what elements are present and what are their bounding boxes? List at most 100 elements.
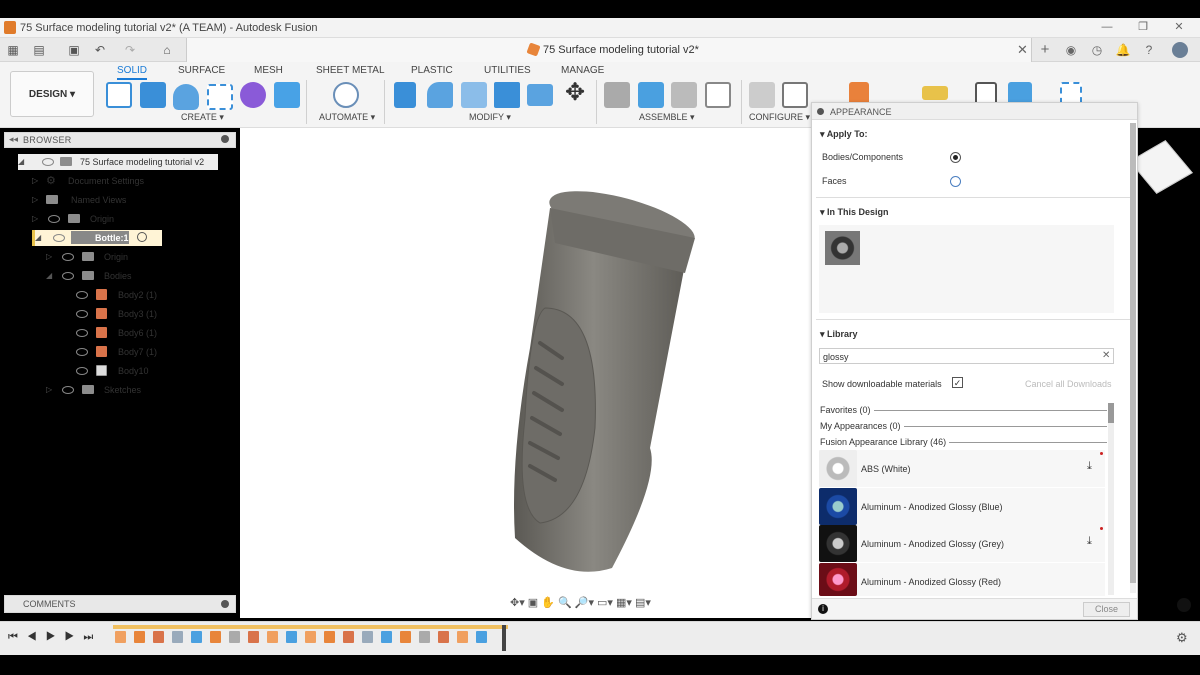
timeline-feature-icon[interactable] xyxy=(305,631,316,643)
close-window-icon[interactable]: ✕ xyxy=(1172,21,1186,34)
assemble-menu[interactable]: ASSEMBLE ▾ xyxy=(639,112,695,123)
new-component-icon[interactable] xyxy=(604,82,630,108)
timeline-feature-icon[interactable] xyxy=(400,631,411,643)
bodies-components-radio[interactable] xyxy=(950,152,961,163)
eye-icon[interactable] xyxy=(62,272,74,280)
avatar[interactable] xyxy=(1172,42,1188,58)
new-tab-icon[interactable]: + xyxy=(1037,42,1053,58)
create-menu[interactable]: CREATE ▾ xyxy=(181,112,224,123)
table-icon[interactable] xyxy=(782,82,808,108)
expand-icon[interactable]: ▷ xyxy=(32,176,40,185)
eye-icon[interactable] xyxy=(53,234,65,242)
eye-hidden-icon[interactable] xyxy=(76,329,88,337)
viewcube[interactable] xyxy=(1129,140,1193,194)
measure-icon[interactable] xyxy=(922,86,948,100)
notifications-icon[interactable]: 🔔 xyxy=(1115,42,1131,58)
library-search-input[interactable]: glossy ✕ xyxy=(819,348,1114,364)
timeline-feature-icon[interactable] xyxy=(324,631,335,643)
extensions-icon[interactable]: ◉ xyxy=(1063,42,1079,58)
timeline-feature-icon[interactable] xyxy=(115,631,126,643)
expand-icon[interactable]: ▷ xyxy=(46,252,54,261)
close-button[interactable]: Close xyxy=(1083,602,1130,617)
tree-root[interactable]: ◢ 75 Surface modeling tutorial v2 xyxy=(18,154,218,170)
press-pull-icon[interactable] xyxy=(394,82,416,108)
timeline-feature-icon[interactable] xyxy=(191,631,202,643)
configure-icon[interactable] xyxy=(749,82,775,108)
expand-icon[interactable]: ▷ xyxy=(46,385,54,394)
timeline-feature-icon[interactable] xyxy=(248,631,259,643)
fillet-icon[interactable] xyxy=(427,82,453,108)
undo-icon[interactable]: ↶ xyxy=(93,43,107,57)
dialog-menu-icon[interactable] xyxy=(817,108,824,115)
in-this-design-heading[interactable]: ▾ In This Design xyxy=(820,207,889,218)
expand-icon[interactable]: ◢ xyxy=(18,157,26,166)
timeline-feature-icon[interactable] xyxy=(134,631,145,643)
shell-icon[interactable] xyxy=(494,82,520,108)
maximize-icon[interactable]: ❐ xyxy=(1136,21,1150,34)
faces-radio[interactable] xyxy=(950,176,961,187)
help-icon[interactable]: ? xyxy=(1141,42,1157,58)
expand-icon[interactable]: ▷ xyxy=(32,195,40,204)
sweep-icon[interactable] xyxy=(207,84,233,110)
automate-icon[interactable] xyxy=(333,82,359,108)
eye-hidden-icon[interactable] xyxy=(76,291,88,299)
home-icon[interactable]: ⌂ xyxy=(160,43,174,57)
eye-icon[interactable] xyxy=(42,158,54,166)
expand-icon[interactable]: ▷ xyxy=(32,214,40,223)
joint-icon[interactable] xyxy=(638,82,664,108)
timeline-feature-icon[interactable] xyxy=(419,631,430,643)
tree-component[interactable]: ◢ Bottle:1 xyxy=(32,230,162,246)
grid-menu-icon[interactable]: ▦ xyxy=(6,43,20,57)
modify-menu[interactable]: MODIFY ▾ xyxy=(469,112,511,123)
cancel-downloads-button[interactable]: Cancel all Downloads xyxy=(1025,379,1112,389)
eye-icon[interactable] xyxy=(76,367,88,375)
material-item[interactable]: Aluminum - Anodized Glossy (Red) xyxy=(819,563,1105,596)
material-item[interactable]: Aluminum - Anodized Glossy (Blue) xyxy=(819,488,1105,525)
file-icon[interactable]: ▤ xyxy=(32,43,46,57)
timeline-settings-icon[interactable]: ⚙ xyxy=(1176,630,1188,646)
timeline-feature-icon[interactable] xyxy=(457,631,468,643)
timeline-feature-icon[interactable] xyxy=(343,631,354,643)
revolve-icon[interactable] xyxy=(173,84,199,110)
clear-search-icon[interactable]: ✕ xyxy=(1102,350,1110,361)
tab-plastic[interactable]: PLASTIC xyxy=(411,65,453,76)
document-tab[interactable]: 75 Surface modeling tutorial v2* ✕ xyxy=(186,38,1032,62)
tab-surface[interactable]: SURFACE xyxy=(178,65,225,76)
timeline-feature-icon[interactable] xyxy=(362,631,373,643)
timeline-feature-icon[interactable] xyxy=(229,631,240,643)
timeline-playback-controls[interactable]: ⏮◀▶▶⏭ xyxy=(8,631,102,644)
close-tab-icon[interactable]: ✕ xyxy=(1017,42,1028,58)
favorites-section[interactable]: Favorites (0) xyxy=(820,405,871,415)
configure-menu[interactable]: CONFIGURE ▾ xyxy=(749,112,810,123)
info-icon[interactable]: i xyxy=(818,604,828,614)
dialog-header[interactable]: APPEARANCE xyxy=(812,103,1137,120)
show-downloadable-checkbox[interactable]: ✓ xyxy=(952,377,963,388)
download-icon[interactable]: ⤓ xyxy=(1087,535,1092,548)
automate-menu[interactable]: AUTOMATE ▾ xyxy=(319,112,375,123)
box-icon[interactable] xyxy=(274,82,300,108)
tab-solid[interactable]: SOLID xyxy=(117,65,148,80)
library-scrollbar[interactable] xyxy=(1108,403,1114,595)
minimize-icon[interactable]: — xyxy=(1100,21,1114,34)
used-appearance-swatch[interactable] xyxy=(825,231,860,265)
timeline-feature-icon[interactable] xyxy=(210,631,221,643)
pin-icon[interactable] xyxy=(221,135,229,143)
create-sketch-icon[interactable] xyxy=(106,82,132,108)
activate-icon[interactable] xyxy=(137,232,147,242)
download-icon[interactable]: ⤓ xyxy=(1087,460,1092,473)
bill-of-materials-icon[interactable] xyxy=(705,82,731,108)
eye-hidden-icon[interactable] xyxy=(76,310,88,318)
expand-icon[interactable]: ◢ xyxy=(46,271,54,280)
expand-icon[interactable]: ◢ xyxy=(35,233,43,242)
browser-panel-header[interactable]: ◂◂ BROWSER xyxy=(4,132,236,148)
fusion-library-section[interactable]: Fusion Appearance Library (46) xyxy=(820,437,946,447)
tab-utilities[interactable]: UTILITIES xyxy=(484,65,531,76)
apply-to-heading[interactable]: ▾ Apply To: xyxy=(820,129,868,140)
3d-viewport[interactable]: ✥▾ ▣ ✋ 🔍 🔎▾ ▭▾ ▦▾ ▤▾ xyxy=(240,128,811,618)
collapse-icon[interactable]: ◂◂ xyxy=(9,134,18,145)
job-status-icon[interactable]: ◷ xyxy=(1089,42,1105,58)
navigation-icon[interactable] xyxy=(1177,598,1191,612)
extrude-icon[interactable] xyxy=(140,82,166,108)
eye-hidden-icon[interactable] xyxy=(48,215,60,223)
timeline-feature-icon[interactable] xyxy=(286,631,297,643)
